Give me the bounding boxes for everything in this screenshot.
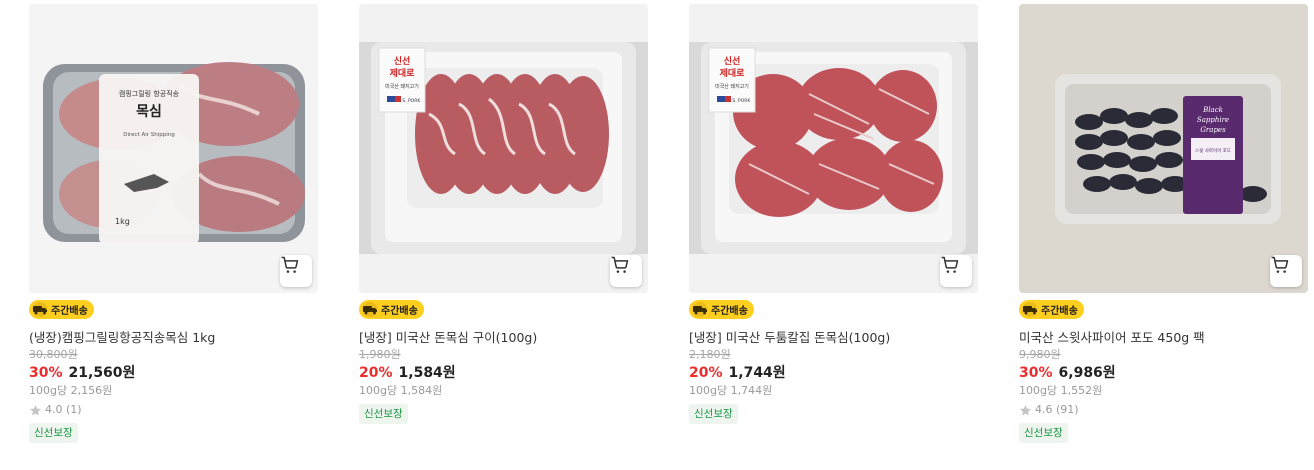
product-image-art: Black Sapphire Grapes 스윗 사파이어 포도: [1019, 4, 1308, 293]
price-row: 20% 1,744원: [689, 364, 978, 382]
fresh-guarantee-tag: 신선보장: [29, 423, 78, 443]
original-price: 1,980원: [359, 348, 401, 361]
truck-icon: [362, 302, 378, 317]
product-name[interactable]: [냉장] 미국산 돈목심 구이(100g): [359, 330, 648, 346]
product-card[interactable]: 신선 제대로 미국산 돼지고기 U.S. PORK 주간배송 [냉장] 미국산 …: [689, 4, 978, 443]
weekly-delivery-label: 주간배송: [381, 306, 418, 317]
fresh-guarantee-tag: 신선보장: [1019, 423, 1068, 443]
add-to-cart-button[interactable]: [1270, 255, 1302, 287]
product-image-art: 캠핑그릴링 항공직송 목심 Direct Air Shipping 1kg: [29, 4, 318, 293]
pkg-weight: 1kg: [115, 217, 130, 226]
original-price: 2,180원: [689, 348, 731, 361]
pkg-line1: 캠핑그릴링 항공직송: [119, 89, 180, 98]
product-image-art: 신선 제대로 미국산 돼지고기 U.S. PORK: [689, 4, 978, 293]
label-sub: 미국산 돼지고기: [385, 83, 419, 90]
svg-text:Grapes: Grapes: [1200, 126, 1226, 134]
product-card[interactable]: Black Sapphire Grapes 스윗 사파이어 포도 주간배송 미국…: [1019, 4, 1308, 443]
svg-text:신선: 신선: [394, 55, 411, 67]
rating-value: 4.6 (91): [1035, 403, 1079, 416]
truck-icon: [32, 302, 48, 317]
product-card[interactable]: 신선 제대로 미국산 돼지고기 U.S. PORK 주간배송 [냉장] 미국산 …: [359, 4, 648, 443]
add-to-cart-button[interactable]: [280, 255, 312, 287]
cart-icon: [941, 256, 959, 273]
weekly-delivery-badge: 주간배송: [1019, 300, 1084, 319]
product-image[interactable]: 신선 제대로 미국산 돼지고기 U.S. PORK: [359, 4, 648, 293]
cart-icon: [611, 256, 629, 273]
cart-icon: [281, 256, 299, 273]
unit-price: 100g당 1,552원: [1019, 384, 1103, 397]
label-sub: 스윗 사파이어 포도: [1195, 147, 1231, 154]
product-name[interactable]: 미국산 스윗사파이어 포도 450g 팩: [1019, 330, 1308, 346]
product-image[interactable]: 캠핑그릴링 항공직송 목심 Direct Air Shipping 1kg: [29, 4, 318, 293]
sale-price: 21,560원: [68, 365, 136, 381]
sale-price: 1,584원: [398, 365, 456, 381]
star-icon: [1020, 404, 1031, 415]
sale-price: 6,986원: [1058, 365, 1116, 381]
svg-text:신선: 신선: [724, 55, 741, 67]
product-card[interactable]: 캠핑그릴링 항공직송 목심 Direct Air Shipping 1kg 주간: [29, 4, 318, 443]
pkg-sub: Direct Air Shipping: [123, 132, 175, 138]
price-row: 20% 1,584원: [359, 364, 648, 382]
rating: 4.0 (1): [29, 403, 318, 417]
label-sub: 미국산 돼지고기: [715, 83, 749, 90]
truck-icon: [692, 302, 708, 317]
product-image[interactable]: 신선 제대로 미국산 돼지고기 U.S. PORK: [689, 4, 978, 293]
price-row: 30% 21,560원: [29, 364, 318, 382]
original-price: 9,980원: [1019, 348, 1061, 361]
discount-rate: 20%: [689, 365, 723, 381]
fresh-guarantee-tag: 신선보장: [359, 404, 408, 424]
weekly-delivery-badge: 주간배송: [689, 300, 754, 319]
price-row: 30% 6,986원: [1019, 364, 1308, 382]
sale-price: 1,744원: [728, 365, 786, 381]
add-to-cart-button[interactable]: [940, 255, 972, 287]
rating-value: 4.0 (1): [45, 403, 82, 416]
weekly-delivery-badge: 주간배송: [359, 300, 424, 319]
original-price: 30,800원: [29, 348, 78, 361]
add-to-cart-button[interactable]: [610, 255, 642, 287]
weekly-delivery-badge: 주간배송: [29, 300, 94, 319]
discount-rate: 30%: [29, 365, 63, 381]
label-origin: U.S. PORK: [728, 98, 752, 104]
rating: 4.6 (91): [1019, 403, 1308, 417]
weekly-delivery-label: 주간배송: [711, 306, 748, 317]
label-origin: U.S. PORK: [398, 98, 422, 104]
discount-rate: 30%: [1019, 365, 1053, 381]
svg-text:제대로: 제대로: [720, 67, 746, 79]
fresh-guarantee-tag: 신선보장: [689, 404, 738, 424]
unit-price: 100g당 1,744원: [689, 384, 773, 397]
svg-text:Black: Black: [1202, 106, 1223, 114]
product-image[interactable]: Black Sapphire Grapes 스윗 사파이어 포도: [1019, 4, 1308, 293]
unit-price: 100g당 1,584원: [359, 384, 443, 397]
svg-text:제대로: 제대로: [390, 67, 416, 79]
product-name[interactable]: [냉장] 미국산 두툼칼집 돈목심(100g): [689, 330, 978, 346]
product-image-art: 신선 제대로 미국산 돼지고기 U.S. PORK: [359, 4, 648, 293]
weekly-delivery-label: 주간배송: [1041, 306, 1078, 317]
truck-icon: [1022, 302, 1038, 317]
cart-icon: [1271, 256, 1289, 273]
svg-text:Sapphire: Sapphire: [1197, 116, 1229, 124]
pkg-title: 목심: [136, 104, 162, 120]
unit-price: 100g당 2,156원: [29, 384, 113, 397]
discount-rate: 20%: [359, 365, 393, 381]
product-grid: 캠핑그릴링 항공직송 목심 Direct Air Shipping 1kg 주간: [29, 4, 1308, 443]
weekly-delivery-label: 주간배송: [51, 306, 88, 317]
star-icon: [30, 404, 41, 415]
product-name[interactable]: (냉장)캠핑그릴링항공직송목심 1kg: [29, 330, 318, 346]
